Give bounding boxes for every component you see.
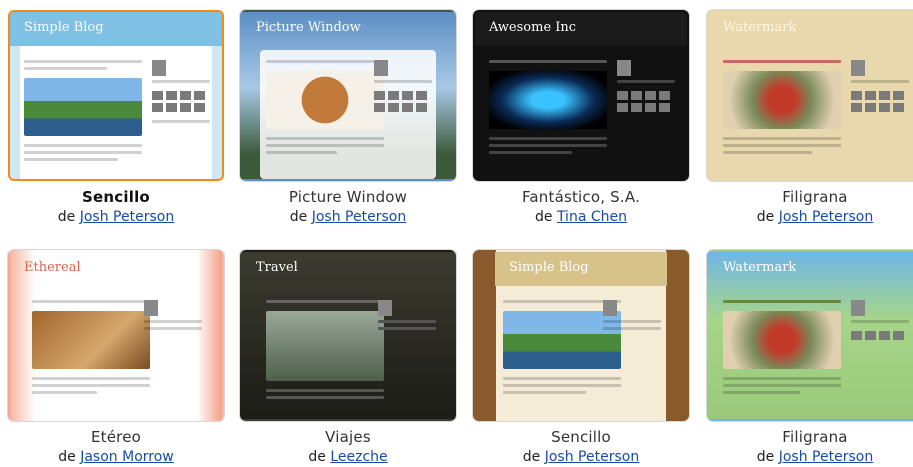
template-tile-ethereal[interactable]: Ethereal Etéreo de Jason Morrow — [8, 250, 224, 465]
author-prefix: de — [308, 449, 326, 465]
template-author-line: de Josh Peterson — [8, 209, 224, 225]
template-author-line: de Josh Peterson — [707, 449, 913, 465]
author-link[interactable]: Josh Peterson — [545, 449, 639, 465]
author-link[interactable]: Leezche — [330, 449, 387, 465]
template-tile-awesome-inc[interactable]: Awesome Inc Fantástico, S.A. de Tina Che… — [473, 10, 689, 225]
template-author-line: de Jason Morrow — [8, 449, 224, 465]
template-thumbnail[interactable]: Simple Blog — [473, 250, 689, 421]
author-prefix: de — [534, 209, 553, 225]
author-link[interactable]: Josh Peterson — [312, 209, 406, 225]
author-link[interactable]: Josh Peterson — [779, 209, 873, 225]
author-prefix: de — [57, 209, 76, 225]
template-tile-simple-alt[interactable]: Simple Blog Sencillo de Josh Peterson — [473, 250, 689, 465]
template-title: Picture Window — [288, 188, 408, 206]
author-prefix: de — [522, 449, 541, 465]
author-link[interactable]: Jason Morrow — [80, 449, 174, 465]
author-link[interactable]: Tina Chen — [557, 209, 627, 225]
template-tile-watermark[interactable]: Watermark Filigrana de Josh Peterson — [707, 10, 913, 225]
author-link[interactable]: Josh Peterson — [80, 209, 174, 225]
template-author-line: de Josh Peterson — [473, 449, 689, 465]
author-prefix: de — [756, 209, 775, 225]
template-thumbnail[interactable]: Watermark — [707, 10, 913, 181]
template-thumbnail[interactable]: Ethereal — [8, 250, 224, 421]
author-prefix: de — [289, 209, 308, 225]
template-title: Sencillo — [551, 428, 611, 446]
author-prefix: de — [756, 449, 775, 465]
template-author-line: de Josh Peterson — [240, 209, 456, 225]
template-tile-picture-window[interactable]: Picture Window Picture Window de Josh Pe… — [240, 10, 456, 225]
template-author-line: de Josh Peterson — [707, 209, 913, 225]
template-title: Filigrana — [782, 188, 848, 206]
template-title: Viajes — [325, 428, 371, 446]
author-prefix: de — [58, 449, 76, 465]
thumbnail-header-text: Travel — [256, 260, 298, 275]
template-tile-simple[interactable]: Simple Blog Sencillo de Josh Peterson — [8, 10, 224, 225]
template-tile-watermark-alt[interactable]: Watermark Filigrana de Josh Peterson — [707, 250, 913, 465]
template-thumbnail[interactable]: Travel — [240, 250, 456, 421]
template-title: Filigrana — [782, 428, 848, 446]
thumbnail-header-text: Picture Window — [256, 20, 361, 35]
thumbnail-header-text: Watermark — [723, 20, 797, 35]
template-thumbnail[interactable]: Awesome Inc — [473, 10, 689, 181]
template-tile-travel[interactable]: Travel Viajes de Leezche — [240, 250, 456, 465]
thumbnail-header-text: Watermark — [723, 260, 797, 275]
template-title: Sencillo — [82, 188, 150, 206]
thumbnail-header-text: Ethereal — [24, 260, 81, 275]
thumbnail-header-text: Simple Blog — [24, 20, 104, 35]
template-title: Etéreo — [90, 428, 142, 446]
template-thumbnail[interactable]: Picture Window — [240, 10, 456, 181]
template-thumbnail[interactable]: Simple Blog — [8, 10, 224, 181]
thumbnail-header-text: Simple Blog — [509, 260, 589, 275]
template-author-line: de Tina Chen — [473, 209, 689, 225]
thumbnail-header-text: Awesome Inc — [489, 20, 577, 35]
template-thumbnail[interactable]: Watermark — [707, 250, 913, 421]
author-link[interactable]: Josh Peterson — [779, 449, 873, 465]
template-title: Fantástico, S.A. — [521, 188, 641, 206]
template-author-line: de Leezche — [240, 449, 456, 465]
